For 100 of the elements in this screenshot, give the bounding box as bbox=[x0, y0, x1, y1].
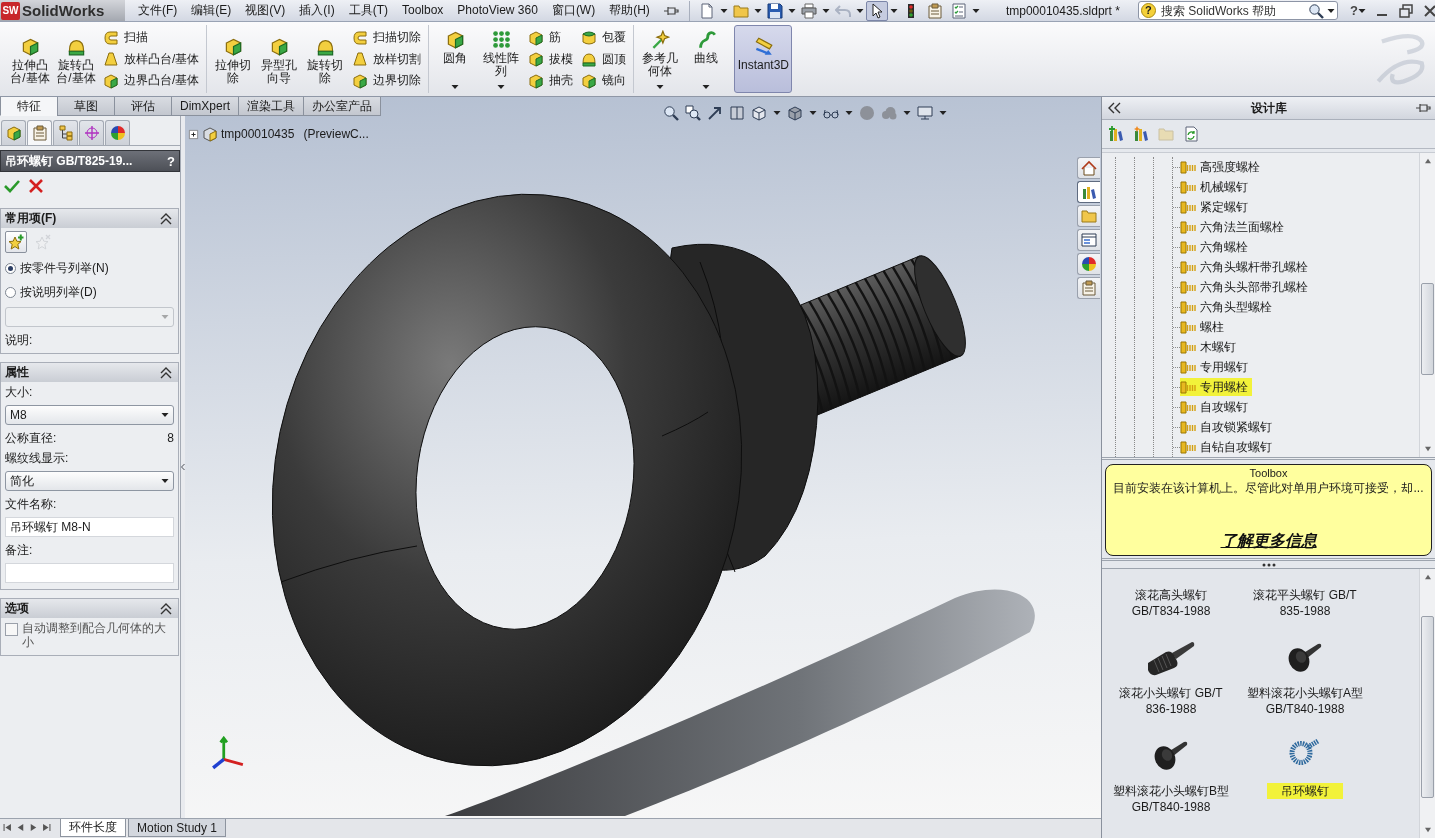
tree-item[interactable]: 机械螺钉 bbox=[1180, 178, 1252, 196]
ribbon-button[interactable]: 镜向 bbox=[581, 70, 627, 91]
ribbon-button[interactable]: 包覆 bbox=[581, 27, 627, 48]
menu-item[interactable]: 视图(V) bbox=[238, 0, 293, 21]
ribbon-button[interactable]: 扫描 bbox=[103, 27, 200, 48]
scroll-bar[interactable] bbox=[1419, 153, 1435, 457]
panel-tab[interactable] bbox=[27, 120, 52, 145]
menu-item[interactable]: 编辑(E) bbox=[184, 0, 239, 21]
item-label[interactable]: 滚花小头螺钉 GB/T 836-1988 bbox=[1117, 685, 1225, 717]
menu-item[interactable]: 窗口(W) bbox=[544, 0, 603, 21]
item-label[interactable]: 塑料滚花小头螺钉B型 GB/T840-1988 bbox=[1111, 783, 1231, 815]
caret-icon[interactable] bbox=[821, 6, 830, 15]
expand-icon[interactable] bbox=[188, 128, 199, 140]
monitor-icon[interactable] bbox=[917, 105, 933, 121]
tree-item[interactable]: 专用螺钉 bbox=[1180, 358, 1252, 376]
tab[interactable]: 办公室产品 bbox=[303, 97, 381, 116]
arrow-icon[interactable] bbox=[707, 105, 723, 121]
next-icon[interactable] bbox=[28, 822, 39, 833]
item-label[interactable]: 滚花高头螺钉 GB/T834-1988 bbox=[1129, 587, 1213, 619]
scroll-thumb[interactable] bbox=[1421, 283, 1434, 375]
tree-item[interactable]: 自攻螺钉 bbox=[1180, 398, 1252, 416]
caret-icon[interactable] bbox=[845, 109, 853, 117]
ribbon-button[interactable]: 曲线 bbox=[684, 25, 729, 93]
ribbon-button[interactable]: 圆顶 bbox=[581, 48, 627, 70]
menu-item[interactable]: 帮助(H) bbox=[602, 0, 657, 21]
first-icon[interactable] bbox=[2, 822, 13, 833]
ribbon-button[interactable]: 边界凸台/基体 bbox=[103, 70, 200, 91]
tree-item[interactable]: 高强度螺栓 bbox=[1180, 158, 1264, 176]
check-icon[interactable] bbox=[4, 178, 20, 194]
help-button[interactable]: ? bbox=[1349, 3, 1358, 18]
caret-icon[interactable] bbox=[719, 6, 728, 15]
section-header[interactable]: 属性 bbox=[1, 363, 178, 382]
menu-item[interactable]: PhotoView 360 bbox=[450, 0, 545, 21]
double-chevron-icon[interactable] bbox=[1106, 100, 1122, 116]
tree-item[interactable]: 专用螺栓 bbox=[1180, 378, 1252, 396]
section-header[interactable]: 选项 bbox=[1, 599, 178, 618]
tree-item[interactable]: tmp00010435 bbox=[221, 127, 295, 141]
scroll-thumb[interactable] bbox=[1421, 615, 1434, 798]
task-pane-tab[interactable] bbox=[1077, 157, 1100, 179]
tab[interactable]: 草图 bbox=[57, 97, 115, 116]
panel-tab[interactable] bbox=[79, 120, 104, 145]
split-box-icon[interactable] bbox=[729, 105, 745, 121]
ribbon-button[interactable]: 圆角 bbox=[433, 25, 478, 93]
ribbon-button[interactable]: 拉伸凸台/基体 bbox=[8, 25, 52, 93]
checkbox-label[interactable]: 自动调整到配合几何体的大小 bbox=[22, 621, 174, 649]
ribbon-button[interactable]: 异型孔向导 bbox=[257, 25, 302, 93]
ribbon-button[interactable]: 边界切除 bbox=[352, 70, 422, 91]
item-label[interactable]: 塑料滚花小头螺钉A型 GB/T840-1988 bbox=[1245, 685, 1365, 717]
menu-item[interactable]: 工具(T) bbox=[341, 0, 395, 21]
cross-icon[interactable] bbox=[28, 178, 44, 194]
help-button[interactable]: ? bbox=[167, 153, 175, 169]
tab[interactable]: 特征 bbox=[0, 97, 58, 116]
tree-item[interactable]: 螺柱 bbox=[1180, 318, 1228, 336]
grip-icon[interactable] bbox=[1261, 562, 1276, 567]
zoom-area-icon[interactable] bbox=[685, 105, 701, 121]
item-label[interactable]: 滚花平头螺钉 GB/T 835-1988 bbox=[1251, 587, 1359, 619]
caret-icon[interactable] bbox=[773, 109, 781, 117]
ribbon-button[interactable]: 线性阵列 bbox=[479, 25, 524, 93]
menu-item[interactable]: 文件(F) bbox=[131, 0, 185, 21]
tab[interactable]: 评估 bbox=[114, 97, 172, 116]
tab[interactable]: Motion Study 1 bbox=[128, 819, 227, 837]
refresh-icon[interactable] bbox=[1183, 126, 1199, 142]
task-pane-tab[interactable] bbox=[1077, 277, 1100, 299]
search-field[interactable]: ? 搜索 SolidWorks 帮助 bbox=[1137, 1, 1338, 20]
books-sparkle-icon[interactable] bbox=[1133, 126, 1149, 142]
item-label[interactable]: 吊环螺钉 bbox=[1267, 783, 1343, 799]
caret-icon[interactable] bbox=[753, 6, 762, 15]
tree-item[interactable]: 紧定螺钉 bbox=[1180, 198, 1252, 216]
scroll-bar[interactable] bbox=[1419, 569, 1435, 838]
caret-icon[interactable] bbox=[889, 6, 898, 15]
menu-item[interactable]: Toolbox bbox=[395, 0, 451, 21]
task-pane-tab[interactable] bbox=[1077, 253, 1100, 275]
tree-item[interactable]: 木螺钉 bbox=[1180, 338, 1240, 356]
caret-icon[interactable] bbox=[939, 109, 947, 117]
toolbar-button[interactable] bbox=[865, 0, 888, 21]
dropdown[interactable]: M8 bbox=[5, 405, 174, 425]
tree-item[interactable]: 六角头头部带孔螺栓 bbox=[1180, 278, 1312, 296]
previous-icon[interactable] bbox=[15, 822, 26, 833]
caret-icon[interactable] bbox=[855, 6, 864, 15]
caret-icon[interactable] bbox=[1357, 6, 1366, 15]
ribbon-button[interactable]: 筋 bbox=[528, 27, 574, 48]
input-field[interactable]: 吊环螺钉 M8-N bbox=[5, 517, 174, 537]
radio-label[interactable]: 按零件号列举(N) bbox=[20, 259, 109, 277]
task-pane-tab[interactable] bbox=[1077, 229, 1100, 251]
panel-tab[interactable] bbox=[53, 120, 78, 145]
last-icon[interactable] bbox=[41, 822, 52, 833]
checkbox[interactable] bbox=[5, 623, 18, 636]
ribbon-button[interactable]: Instant3D bbox=[734, 25, 793, 93]
cube-outline-icon[interactable] bbox=[751, 105, 767, 121]
ribbon-button[interactable]: 旋转切除 bbox=[303, 25, 348, 93]
panel-tab[interactable] bbox=[1, 120, 26, 145]
close-icon[interactable] bbox=[1421, 2, 1435, 19]
books-plus-icon[interactable] bbox=[1108, 126, 1124, 142]
tab[interactable]: DimXpert bbox=[171, 97, 239, 116]
caret-icon[interactable] bbox=[903, 109, 911, 117]
radio-label[interactable]: 按说明列举(D) bbox=[20, 283, 97, 301]
caret-icon[interactable] bbox=[787, 6, 796, 15]
tree-item[interactable]: 六角法兰面螺栓 bbox=[1180, 218, 1288, 236]
ribbon-button[interactable]: 参考几何体 bbox=[638, 25, 683, 93]
tree-item[interactable]: 自攻锁紧螺钉 bbox=[1180, 418, 1276, 436]
